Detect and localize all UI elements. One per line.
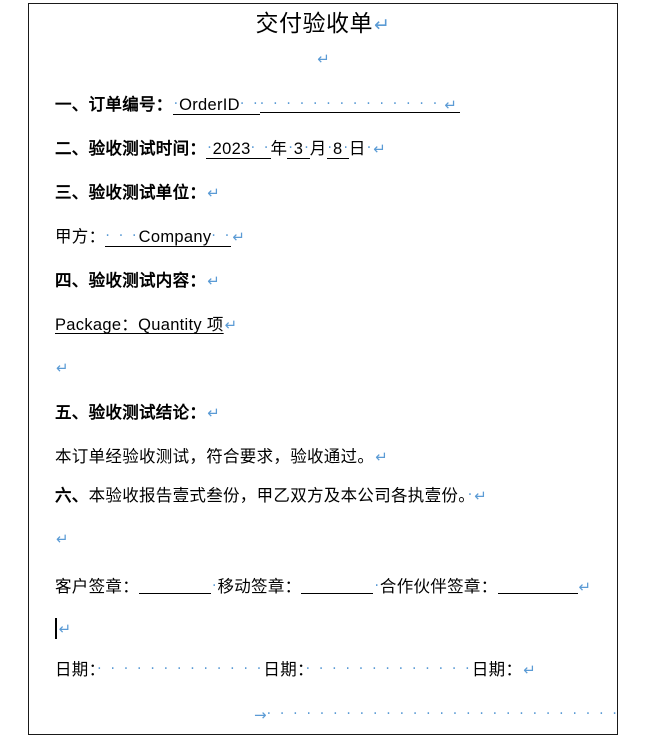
pilcrow-icon: ↵ <box>317 50 330 68</box>
pilcrow-icon: ↵ <box>474 487 487 505</box>
pilcrow-icon: ↵ <box>375 448 388 466</box>
day-unit: 日 <box>348 140 366 158</box>
party-a-label: 甲方： <box>55 228 106 246</box>
date-label-1: 日期： <box>55 661 98 679</box>
section-test-time: 二、验收测试时间：·2023· ·年·3·月·8·日· ↵ <box>29 140 617 159</box>
text-cursor <box>55 618 57 639</box>
section-test-content: 四、验收测试内容：↵ <box>29 272 617 290</box>
space-dots: · · <box>239 96 260 113</box>
pilcrow-icon: ↵ <box>58 620 72 638</box>
pilcrow-icon: ↵ <box>444 96 457 115</box>
dates-row: 日期：· · · · · · · · · · · · ·日期：· · · · ·… <box>29 661 617 679</box>
pilcrow-icon: ↵ <box>373 140 386 158</box>
space-dots: · · <box>211 228 232 244</box>
pilcrow-icon: ↵ <box>523 661 536 679</box>
partner-signature-label: 合作伙伴签章： <box>379 578 498 597</box>
space-dots-trailing: · · · · · · · · · · · · · · <box>259 96 440 113</box>
conclusion-body-text: 本订单经验收测试，符合要求，验收通过。 <box>55 448 375 466</box>
date-label-3: 日期： <box>471 661 523 679</box>
pilcrow-icon: ↵ <box>374 14 391 36</box>
empty-paragraph-1: ↵ <box>29 52 617 68</box>
customer-signature-field[interactable] <box>139 578 211 595</box>
date-label-2: 日期： <box>263 661 306 679</box>
space-dots-footer: · · · · · · · · · · · · · · · · · · · · … <box>266 706 617 722</box>
pilcrow-icon: ↵ <box>232 228 245 246</box>
space-dots-1: · · · · · · · · · · · · · <box>97 661 264 677</box>
party-a-value[interactable]: Company <box>139 228 212 246</box>
section-copies-body: 本验收报告壹式叁份，甲乙双方及本公司各执壹份。 <box>88 487 467 505</box>
party-a-row: 甲方：· · ·Company· ·↵ <box>29 228 617 247</box>
document-title-row: 交付验收单↵ <box>29 12 617 35</box>
section-order-id: 一、订单编号：·OrderID· ·· · · · · · · · · · · … <box>29 96 617 116</box>
pilcrow-icon: ↵ <box>207 184 220 202</box>
year-value[interactable]: 2023 <box>213 140 251 158</box>
partner-signature-field[interactable] <box>497 578 578 595</box>
document-page: 交付验收单↵ ↵ 一、订单编号：·OrderID· ·· · · · · · ·… <box>28 3 618 735</box>
signature-row: 客户签章： ·移动签章： ·合作伙伴签章： ↵ <box>29 578 617 597</box>
space-dots: · · <box>250 140 271 156</box>
space-dots-2: · · · · · · · · · · · · · <box>305 661 472 677</box>
package-quantity-value[interactable]: Package：Quantity 项 <box>55 316 224 334</box>
conclusion-body-row: 本订单经验收测试，符合要求，验收通过。↵ <box>29 448 617 466</box>
section-test-content-heading: 四、验收测试内容： <box>55 272 207 290</box>
pilcrow-icon: ↵ <box>224 316 238 334</box>
page-title: 交付验收单 <box>255 10 374 36</box>
pilcrow-icon: ↵ <box>207 272 220 290</box>
pilcrow-icon: ↵ <box>56 359 69 377</box>
section-conclusion-heading: 五、验收测试结论： <box>55 404 207 422</box>
order-id-value[interactable]: OrderID <box>179 96 240 114</box>
mobile-signature-label: 移动签章： <box>217 578 302 597</box>
space-dots: · · · <box>105 228 139 244</box>
month-unit: 月 <box>309 140 327 158</box>
customer-signature-label: 客户签章： <box>55 578 139 597</box>
section-test-unit: 三、验收测试单位：↵ <box>29 184 617 202</box>
package-quantity-row: Package：Quantity 项↵ <box>29 316 617 334</box>
year-unit: 年 <box>270 140 288 158</box>
section-test-time-heading: 二、验收测试时间： <box>55 140 207 158</box>
empty-paragraph-2: ↵ <box>29 359 617 377</box>
empty-paragraph-3: ↵ <box>29 530 617 548</box>
footer-tab-row: →· · · · · · · · · · · · · · · · · · · ·… <box>29 706 617 724</box>
pilcrow-icon: ↵ <box>56 530 69 548</box>
section-conclusion: 五、验收测试结论：↵ <box>29 404 617 422</box>
text-cursor-row[interactable]: ↵ <box>29 618 617 639</box>
section-copies-heading: 六、 <box>55 487 89 505</box>
month-value[interactable]: 3 <box>294 140 303 158</box>
section-test-unit-heading: 三、验收测试单位： <box>55 184 207 202</box>
section-order-id-heading: 一、订单编号： <box>55 96 173 115</box>
pilcrow-icon: ↵ <box>578 578 592 597</box>
pilcrow-icon: ↵ <box>207 404 220 422</box>
mobile-signature-field[interactable] <box>301 578 374 595</box>
tab-arrow-icon: → <box>254 706 267 724</box>
section-copies: 六、本验收报告壹式叁份，甲乙双方及本公司各执壹份。· ↵ <box>29 487 617 505</box>
